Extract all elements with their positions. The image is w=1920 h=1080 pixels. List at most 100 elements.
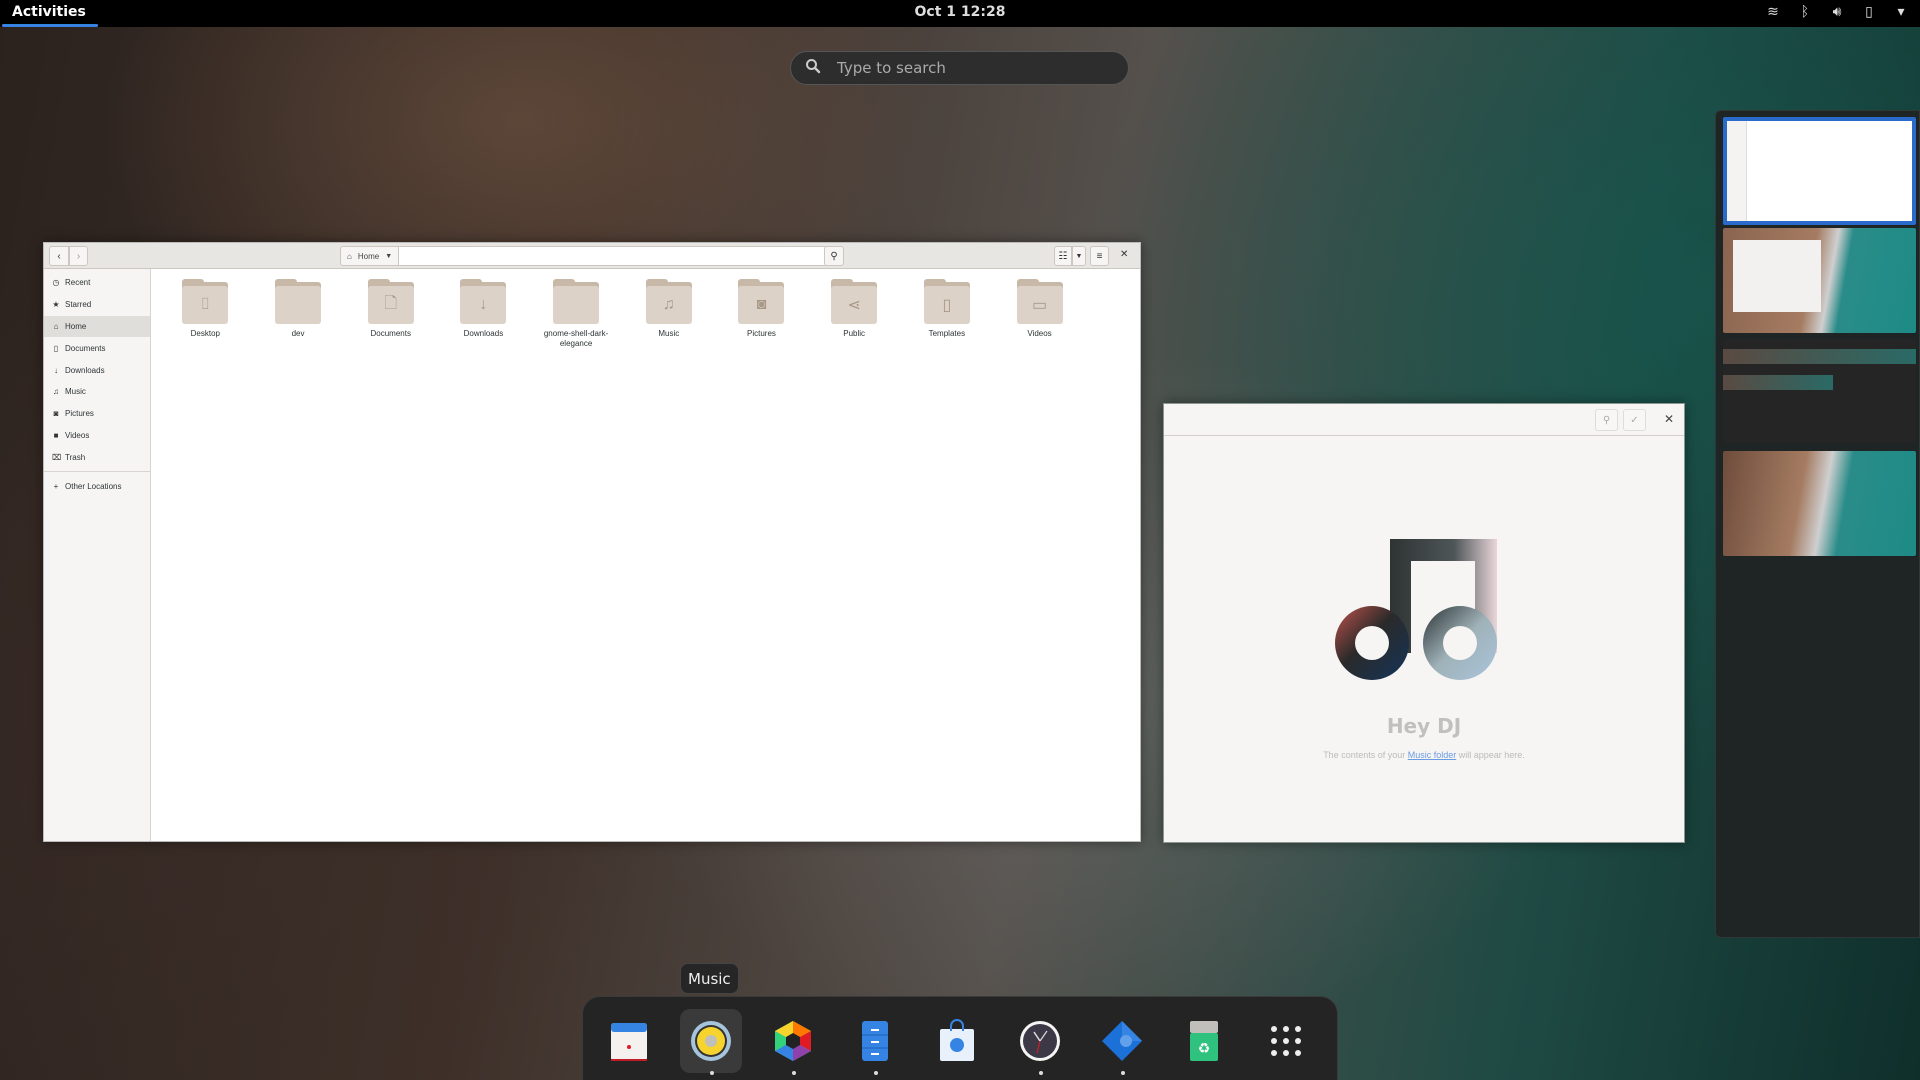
path-crumb-home[interactable]: ⌂ Home ▼ (340, 246, 400, 266)
files-headerbar: ‹ › ⌂ Home ▼ ⚲ ☷ ▼ ≡ ✕ (44, 243, 1140, 269)
search-icon: ⚲ (1602, 414, 1611, 426)
folder-item[interactable]: ⌷ Desktop (159, 279, 252, 339)
folder-item[interactable]: ⋖ Public (808, 279, 901, 339)
volume-icon[interactable]: 🔊︎ (1828, 3, 1846, 20)
folder-label: Public (843, 329, 866, 338)
wifi-icon[interactable]: ≋ (1764, 3, 1782, 20)
home-icon: ⌂ (53, 321, 59, 331)
camera-icon: ◙ (53, 409, 59, 419)
folder-item[interactable]: ♫ Music (622, 279, 715, 339)
folder-item[interactable]: ▯ Templates (901, 279, 994, 339)
music-icon: ♫ (53, 387, 59, 397)
workspace-thumbnail-2[interactable] (1723, 228, 1916, 333)
folder-grid: ⌷ Desktop dev 🗋 Documents ↓ Downloads gnome-she… (151, 269, 1140, 841)
empty-state-text: The contents of your Music folder will a… (1323, 750, 1525, 760)
video-icon: ■ (53, 430, 59, 440)
search-input[interactable] (837, 59, 1097, 77)
music-folder-link[interactable]: Music folder (1408, 750, 1457, 760)
folder-label: Videos (1027, 329, 1052, 338)
path-bar-empty[interactable] (399, 246, 828, 266)
folder-icon (553, 279, 600, 325)
download-icon: ↓ (460, 279, 507, 325)
clock-icon (1019, 1021, 1060, 1061)
search-icon: ⚲ (830, 250, 838, 262)
check-icon: ✓ (1630, 414, 1639, 426)
top-bar: Activities Oct 1 12:28 ≋ ᛒ 🔊︎ ▯ ▾ (0, 0, 1920, 27)
path-bar[interactable]: ⌂ Home ▼ (340, 246, 828, 266)
app-grid-icon (1270, 1026, 1301, 1056)
sidebar-item-videos[interactable]: ■ Videos (44, 425, 150, 447)
dock-app-calendar[interactable] (598, 1009, 660, 1073)
music-search-button[interactable]: ⚲ (1595, 409, 1618, 431)
dock-app-files[interactable] (844, 1009, 906, 1075)
thumbnail-content (1727, 121, 1747, 221)
sidebar-item-pictures[interactable]: ◙ Pictures (44, 403, 150, 425)
workspace-thumbnail-4[interactable] (1723, 451, 1916, 556)
document-icon: ▯ (53, 343, 59, 353)
running-indicator (1038, 1071, 1043, 1075)
workspace-thumbnail-3[interactable] (1723, 339, 1916, 443)
dock-app-clocks[interactable] (1009, 1009, 1071, 1075)
sidebar-item-other-locations[interactable]: + Other Locations (44, 475, 150, 497)
software-bag-icon (940, 1019, 975, 1061)
sidebar-item-music[interactable]: ♫ Music (44, 381, 150, 403)
view-options-button[interactable]: ▼ (1072, 246, 1086, 266)
select-button[interactable]: ✓ (1623, 409, 1646, 431)
folder-item[interactable]: ▭ Videos (993, 279, 1086, 339)
home-icon: ⌂ (347, 251, 352, 261)
star-icon: ★ (52, 300, 60, 310)
running-indicator (710, 1071, 715, 1075)
folder-icon (275, 279, 322, 325)
folder-label: Downloads (463, 329, 504, 338)
system-menu-chevron-icon[interactable]: ▾ (1892, 3, 1910, 20)
view-toggle-button[interactable]: ☷ (1054, 246, 1072, 266)
music-close-button[interactable]: ✕ (1664, 412, 1674, 426)
clock[interactable]: Oct 1 12:28 (0, 4, 1920, 20)
sidebar-divider (44, 471, 150, 473)
overview-search[interactable] (790, 51, 1129, 85)
close-button[interactable]: ✕ (1120, 249, 1128, 260)
music-window[interactable]: ⚲ ✓ ✕ Hey DJ The contents of your Music … (1163, 403, 1685, 843)
sidebar-item-home[interactable]: ⌂ Home (44, 315, 150, 338)
menu-button[interactable]: ≡ (1090, 246, 1109, 266)
bluetooth-icon[interactable]: ᛒ (1796, 3, 1814, 20)
desktop-icon: ⌷ (182, 279, 229, 325)
show-apps-button[interactable] (1255, 1009, 1317, 1073)
search-button[interactable]: ⚲ (824, 246, 844, 266)
battery-icon[interactable]: ▯ (1860, 3, 1878, 20)
dock-app-builder[interactable] (1091, 1009, 1153, 1075)
folder-item[interactable]: gnome-shell-dark-elegance (530, 279, 623, 350)
music-note-logo-icon (1335, 539, 1497, 680)
file-cabinet-icon (862, 1021, 889, 1061)
dock-app-photos[interactable] (762, 1009, 824, 1075)
builder-icon (1101, 1021, 1142, 1061)
sidebar-item-downloads[interactable]: ↓ Downloads (44, 359, 150, 381)
folder-label: Pictures (747, 329, 776, 338)
folder-item[interactable]: 🗋 Documents (344, 279, 437, 339)
dock: ♻ (582, 996, 1338, 1080)
folder-item[interactable]: ↓ Downloads (437, 279, 530, 339)
sidebar-item-trash[interactable]: ⌧ Trash (44, 446, 150, 468)
hamburger-icon: ≡ (1096, 250, 1103, 262)
close-icon: ✕ (1120, 249, 1129, 260)
dock-app-software[interactable] (926, 1009, 988, 1073)
chevron-left-icon: ‹ (57, 250, 61, 262)
sidebar-item-recent[interactable]: ◷ Recent (44, 272, 150, 294)
folder-item[interactable]: ◙ Pictures (715, 279, 808, 339)
folder-label: Music (658, 329, 680, 338)
dock-app-music[interactable] (680, 1009, 743, 1075)
forward-button[interactable]: › (69, 246, 88, 266)
thumbnail-content (1733, 240, 1821, 312)
camera-icon: ◙ (738, 279, 785, 325)
video-icon: ▭ (1016, 279, 1063, 325)
workspace-thumbnail-1[interactable] (1723, 117, 1916, 225)
sidebar-item-documents[interactable]: ▯ Documents (44, 337, 150, 359)
search-icon (805, 58, 825, 79)
system-tray[interactable]: ≋ ᛒ 🔊︎ ▯ ▾ (1764, 3, 1910, 20)
dock-app-trash[interactable]: ♻ (1173, 1009, 1235, 1073)
files-window[interactable]: ‹ › ⌂ Home ▼ ⚲ ☷ ▼ ≡ ✕ ◷ Recent ★ Starred … (43, 242, 1141, 842)
folder-item[interactable]: dev (252, 279, 345, 339)
sidebar-item-starred[interactable]: ★ Starred (44, 294, 150, 316)
template-icon: ▯ (923, 279, 970, 325)
back-button[interactable]: ‹ (49, 246, 69, 266)
